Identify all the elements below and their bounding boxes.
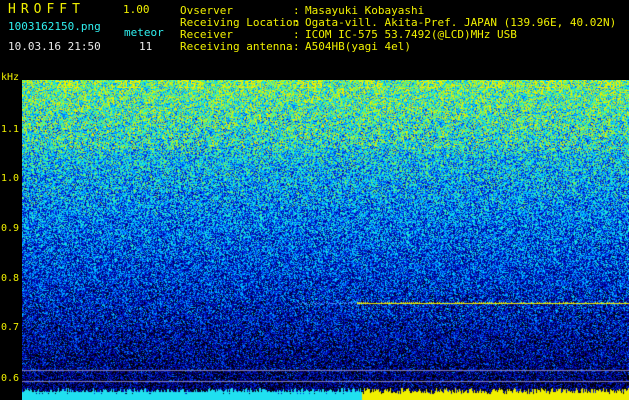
x-tick-2153: 2153 — [178, 80, 203, 91]
spectrogram-canvas — [22, 80, 629, 400]
y-tick-0-9: 0.9 — [1, 223, 20, 234]
x-tick-2154: 2154 — [238, 80, 263, 91]
info-value-antenna: A504HB(yagi 4el) — [305, 40, 411, 53]
x-tick-2155: 2155 — [299, 80, 324, 91]
info-value-receiver: ICOM IC-575 53.7492(@LCD)MHz USB — [305, 28, 517, 41]
info-value-observer: Masayuki Kobayashi — [305, 4, 425, 17]
y-tick-0-8: 0.8 — [1, 273, 20, 284]
info-sep-receiver: : — [293, 28, 300, 41]
y-tick-0-7: 0.7 — [1, 322, 20, 333]
info-sep-observer: : — [293, 4, 300, 17]
y-tick-1-1: 1.1 — [1, 124, 20, 135]
info-sep-location: : — [293, 16, 300, 29]
y-tick-0-6: 0.6 — [1, 373, 20, 384]
info-label-location: Receiving Location — [180, 16, 300, 29]
file-name: 1003162150.png — [8, 20, 101, 33]
x-tick-2157: 2157 — [419, 80, 444, 91]
x-tick-2159: 2159 — [539, 80, 564, 91]
info-value-location: Ogata-vill. Akita-Pref. JAPAN (139.96E, … — [305, 16, 617, 29]
timestamp: 10.03.16 21:50 — [8, 40, 101, 53]
app-title: HROFFT — [8, 2, 85, 17]
info-label-antenna: Receiving antenna — [180, 40, 293, 53]
info-sep-antenna: : — [293, 40, 300, 53]
y-tick-1-0: 1.0 — [1, 173, 20, 184]
info-label-observer: Ovserver — [180, 4, 233, 17]
x-tick-2200: 2200 — [597, 80, 622, 91]
x-tick-2152: 2152 — [117, 80, 142, 91]
y-axis-unit: kHz — [1, 72, 20, 83]
app-version: 1.00 — [123, 3, 150, 16]
x-tick-2158: 2158 — [479, 80, 504, 91]
meteor-count: 11 — [139, 40, 153, 53]
x-tick-2151: 2151 — [56, 80, 81, 91]
meteor-label: meteor — [124, 26, 164, 39]
x-tick-2156: 2156 — [358, 80, 383, 91]
info-label-receiver: Receiver — [180, 28, 233, 41]
